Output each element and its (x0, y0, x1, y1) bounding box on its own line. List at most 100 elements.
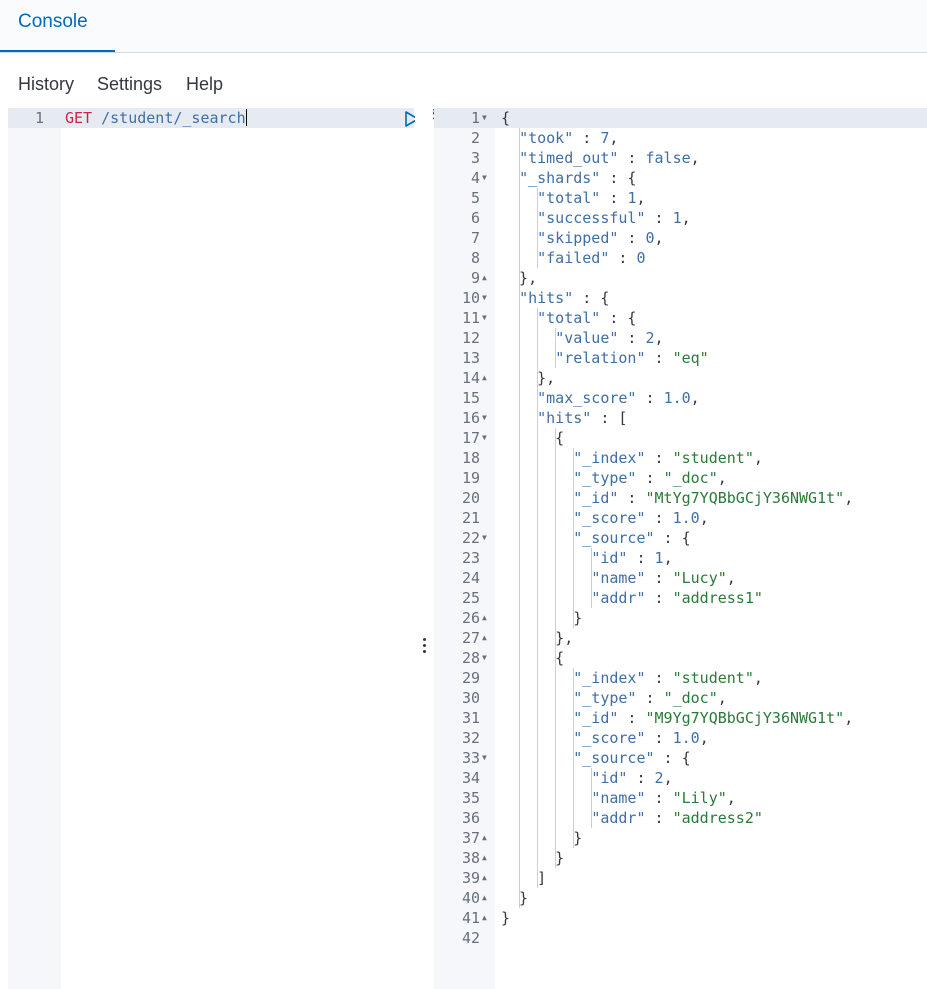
menu-help[interactable]: Help (186, 74, 223, 95)
response-line-number: 15 (461, 389, 480, 407)
response-line-number: 3 (470, 149, 480, 167)
response-editor[interactable]: 1 ▼ 2 3 4 ▼ 5 6 7 8 9 ▲ 10 ▼ 11 ▼ 12 13 14 ▲ 15 16 ▼ 17 ▼ 18 19 20 2… (434, 108, 927, 989)
drag-handle-icon (423, 638, 426, 656)
request-content[interactable]: GET /student/_search (61, 108, 447, 989)
response-line-number: 31 (461, 709, 480, 727)
request-path: /student/_search (101, 109, 246, 127)
response-line-number: 34 (461, 769, 480, 787)
response-code-line: "max_score" : 1.0, (537, 389, 700, 407)
response-line-number: 18 (461, 449, 480, 467)
response-line-number: 26 (461, 609, 480, 627)
fold-arrow-up-icon[interactable]: ▲ (482, 268, 490, 288)
fold-arrow-down-icon[interactable]: ▼ (482, 168, 490, 188)
response-code-line: "relation" : "eq" (555, 349, 709, 367)
response-code-line: "_score" : 1.0, (573, 729, 709, 747)
response-line-number: 23 (461, 549, 480, 567)
response-line-number: 13 (461, 349, 480, 367)
response-line-number: 24 (461, 569, 480, 587)
indent-guide (554, 328, 556, 368)
response-line-number: 19 (461, 469, 480, 487)
response-line-number: 17 (461, 429, 480, 447)
response-content: { "took" : 7, "timed_out" : false, "_sha… (495, 108, 927, 989)
response-line-number: 33 (461, 749, 480, 767)
response-line-number: 28 (461, 649, 480, 667)
fold-arrow-down-icon[interactable]: ▼ (482, 308, 490, 328)
response-line-number: 30 (461, 689, 480, 707)
response-code-line: "total" : 1, (537, 189, 646, 207)
indent-guide (590, 768, 592, 828)
response-code-line: "failed" : 0 (537, 249, 646, 267)
response-line-number: 29 (461, 669, 480, 687)
tab-console[interactable]: Console (0, 0, 115, 52)
indent-guide (590, 548, 592, 608)
response-line-number: 40 (461, 889, 480, 907)
fold-arrow-up-icon[interactable]: ▲ (482, 368, 490, 388)
response-line-number: 5 (470, 189, 480, 207)
response-line-number: 39 (461, 869, 480, 887)
fold-arrow-up-icon[interactable]: ▲ (482, 908, 490, 928)
response-code-line: "addr" : "address1" (591, 589, 763, 607)
response-code-line: "successful" : 1, (537, 209, 691, 227)
menu-history[interactable]: History (18, 74, 74, 95)
fold-arrow-up-icon[interactable]: ▲ (482, 868, 490, 888)
response-code-line: "hits" : { (519, 289, 610, 307)
fold-arrow-up-icon[interactable]: ▲ (482, 848, 490, 868)
indent-guide (518, 128, 520, 908)
response-line-number: 11 (461, 309, 480, 327)
indent-guide (536, 188, 538, 268)
response-code-line: "_source" : { (573, 749, 691, 767)
response-line-numbers: 1 ▼ 2 3 4 ▼ 5 6 7 8 9 ▲ 10 ▼ 11 ▼ 12 13 14 ▲ 15 16 ▼ 17 ▼ 18 19 20 2… (434, 108, 495, 989)
response-code-line: "_type" : "_doc", (573, 469, 727, 487)
response-line-number: 4 (470, 169, 480, 187)
request-line[interactable]: GET /student/_search (65, 108, 247, 128)
response-code-line: "skipped" : 0, (537, 229, 664, 247)
response-line-number: 8 (470, 249, 480, 267)
response-line-number: 27 (461, 629, 480, 647)
fold-arrow-down-icon[interactable]: ▼ (482, 288, 490, 308)
response-line-number: 42 (461, 929, 480, 947)
response-code-line: } (501, 609, 583, 627)
response-code-line: } (501, 889, 529, 907)
fold-arrow-down-icon[interactable]: ▼ (482, 748, 490, 768)
response-code-line: ] (501, 869, 547, 887)
response-code-line: "id" : 2, (591, 769, 673, 787)
fold-arrow-down-icon[interactable]: ▼ (482, 528, 490, 548)
response-line-number: 38 (461, 849, 480, 867)
response-code-line: "_type" : "_doc", (573, 689, 727, 707)
menu-settings[interactable]: Settings (97, 74, 162, 95)
indent-guide (572, 668, 574, 848)
response-line-number: 6 (470, 209, 480, 227)
response-code-line: { (501, 109, 511, 127)
fold-arrow-up-icon[interactable]: ▲ (482, 608, 490, 628)
response-line-number: 10 (461, 289, 480, 307)
response-line-number: 16 (461, 409, 480, 427)
fold-arrow-up-icon[interactable]: ▲ (482, 828, 490, 848)
response-line-number: 21 (461, 509, 480, 527)
request-line-number: 1 (34, 109, 44, 127)
response-code-line: "_shards" : { (519, 169, 637, 187)
fold-arrow-up-icon[interactable]: ▲ (482, 628, 490, 648)
response-code-line: "value" : 2, (555, 329, 664, 347)
response-code-line: "_score" : 1.0, (573, 509, 709, 527)
response-code-line: "id" : 1, (591, 549, 673, 567)
response-line-number: 14 (461, 369, 480, 387)
request-method: GET (65, 109, 93, 127)
response-line-number: 32 (461, 729, 480, 747)
fold-arrow-down-icon[interactable]: ▼ (482, 648, 490, 668)
text-cursor (245, 109, 247, 126)
fold-arrow-down-icon[interactable]: ▼ (482, 408, 490, 428)
response-line-number: 37 (461, 829, 480, 847)
panel-resizer[interactable] (415, 108, 433, 989)
fold-arrow-up-icon[interactable]: ▲ (482, 888, 490, 908)
request-editor[interactable]: 1 GET /student/_search (8, 108, 447, 989)
top-bar: Console (0, 0, 927, 53)
response-line-number: 7 (470, 229, 480, 247)
fold-arrow-down-icon[interactable]: ▼ (482, 428, 490, 448)
fold-arrow-down-icon[interactable]: ▼ (482, 108, 490, 128)
indent-guide (554, 428, 556, 868)
response-code-line: }, (501, 369, 556, 387)
response-code-line: "timed_out" : false, (519, 149, 700, 167)
response-code-line: "_source" : { (573, 529, 691, 547)
response-line-number: 2 (470, 129, 480, 147)
indent-guide (572, 448, 574, 628)
